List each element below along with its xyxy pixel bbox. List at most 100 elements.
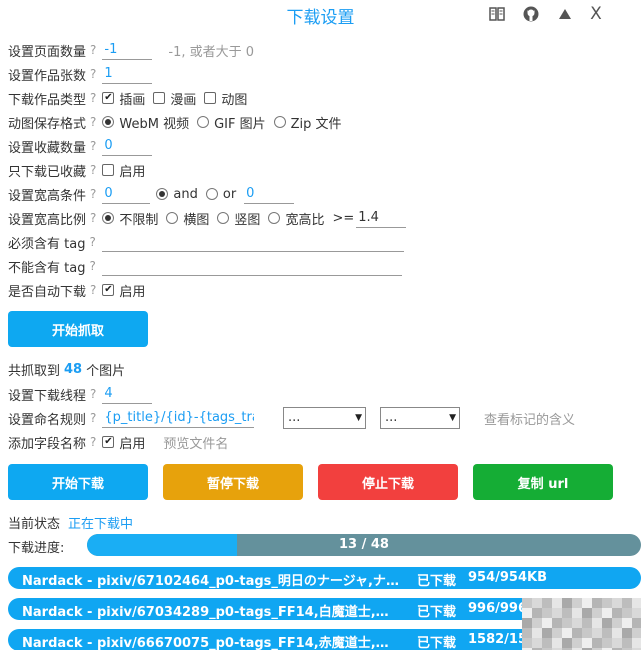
naming-row: 设置命名规则 ? {p_title}/{id}-{tags_tran [8,407,255,429]
help-icon[interactable]: ? [90,163,96,177]
height-input[interactable]: 0 [244,184,295,204]
auto-download-label: 是否自动下载 [8,284,87,300]
naming-select-1[interactable]: ... ▼ [283,407,366,429]
mosaic-overlay [522,598,641,650]
stop-download-button[interactable]: 停止下载 [318,464,458,500]
mosaic-block [582,628,592,638]
mosaic-block [632,618,641,628]
option-label: 宽高比 [285,212,325,228]
help-icon[interactable]: ? [90,187,96,201]
chevron-down-icon: ▼ [355,413,362,423]
option-label: 横图 [183,212,210,228]
help-icon[interactable]: ? [90,43,96,57]
ratio-input[interactable]: 1.4 [356,208,407,228]
mosaic-block [622,598,632,608]
must-tag-label: 必须含有 tag [8,236,86,252]
help-icon[interactable]: ? [90,91,96,105]
checkbox[interactable] [204,92,217,104]
help-icon[interactable]: ? [90,139,96,153]
checkbox[interactable] [102,164,115,176]
ratio-option-custom[interactable]: 宽高比 [268,209,324,228]
option-label: Zip 文件 [290,116,342,132]
pause-download-button[interactable]: 暂停下载 [163,464,303,500]
help-icon[interactable]: ? [89,259,95,273]
start-download-button[interactable]: 开始下载 [8,464,148,500]
help-icon[interactable]: ? [90,211,96,225]
bookmark-count-input[interactable]: 0 [102,136,153,156]
work-count-input[interactable]: 1 [102,64,153,84]
mosaic-block [522,608,532,618]
page-count-row: 设置页面数量 ? -1 -1, 或者大于 0 [8,39,254,61]
close-icon[interactable]: X [586,4,606,24]
mosaic-block [572,618,582,628]
threads-input[interactable]: 4 [102,384,153,404]
help-icon[interactable]: ? [90,435,96,449]
mosaic-block [532,598,542,608]
help-icon[interactable]: ? [90,115,96,129]
naming-input[interactable]: {p_title}/{id}-{tags_tran [102,408,255,428]
add-field-toggle[interactable]: ✔ 启用 [102,433,145,452]
and-option[interactable]: and [156,187,198,202]
mosaic-block [572,638,582,648]
start-crawl-button[interactable]: 开始抓取 [8,311,148,347]
only-bookmarked-toggle[interactable]: 启用 [102,161,145,180]
mosaic-block [602,608,612,618]
title-toolbar: X [487,4,620,24]
ratio-option-horizontal[interactable]: 横图 [166,209,209,228]
mosaic-block [612,628,622,638]
radio-checked[interactable] [102,116,115,128]
auto-download-toggle[interactable]: ✔ 启用 [102,281,145,300]
triangle-up-icon[interactable] [555,4,575,24]
radio-checked[interactable] [156,188,169,200]
radio[interactable] [273,116,286,128]
mosaic-block [552,618,562,628]
page-count-label: 设置页面数量 [8,44,87,60]
mosaic-block [592,598,602,608]
checkbox[interactable] [153,92,166,104]
chevron-down-icon: ▼ [449,413,456,423]
mosaic-block [632,608,641,618]
format-option-zip[interactable]: Zip 文件 [273,113,342,132]
work-type-option-manga[interactable]: 漫画 [153,89,196,108]
work-type-option-ugoira[interactable]: 动图 [204,89,247,108]
page-count-input[interactable]: -1 [102,40,153,60]
naming-select-2[interactable]: ... ▼ [380,407,460,429]
mosaic-block [552,598,562,608]
checkbox-checked[interactable]: ✔ [102,284,115,296]
mosaic-block [572,628,582,638]
help-icon[interactable]: ? [90,411,96,425]
checkbox-checked[interactable]: ✔ [102,92,115,104]
radio[interactable] [197,116,210,128]
option-label: 启用 [119,164,146,180]
mosaic-block [572,608,582,618]
status-row: 当前状态 正在下载中 [8,511,133,533]
help-icon[interactable]: ? [90,387,96,401]
radio[interactable] [217,212,230,224]
download-item-status: 已下载 [417,636,457,650]
github-icon[interactable] [521,4,541,24]
work-type-option-illust[interactable]: ✔ 插画 [102,89,145,108]
download-item-status: 已下载 [417,574,457,589]
width-input[interactable]: 0 [102,184,151,204]
format-option-webm[interactable]: WebM 视频 [102,113,189,132]
format-option-gif[interactable]: GIF 图片 [197,113,266,132]
help-icon[interactable]: ? [90,283,96,297]
exclude-tag-input[interactable] [101,256,402,276]
copy-url-button[interactable]: 复制 url [473,464,613,500]
mosaic-block [522,598,532,608]
ratio-option-any[interactable]: 不限制 [102,209,158,228]
radio-checked[interactable] [102,212,115,224]
naming-help-link[interactable]: 查看标记的含义 [484,407,575,429]
preview-filename-link[interactable]: 预览文件名 [163,433,228,452]
checkbox-checked[interactable]: ✔ [102,436,115,448]
book-icon[interactable] [487,4,507,24]
radio[interactable] [166,212,179,224]
help-icon[interactable]: ? [89,235,95,249]
ratio-option-vertical[interactable]: 竖图 [217,209,260,228]
help-icon[interactable]: ? [90,67,96,81]
mosaic-block [532,628,542,638]
radio[interactable] [205,188,218,200]
radio[interactable] [268,212,281,224]
or-option[interactable]: or [205,187,236,202]
must-tag-input[interactable] [101,232,404,252]
